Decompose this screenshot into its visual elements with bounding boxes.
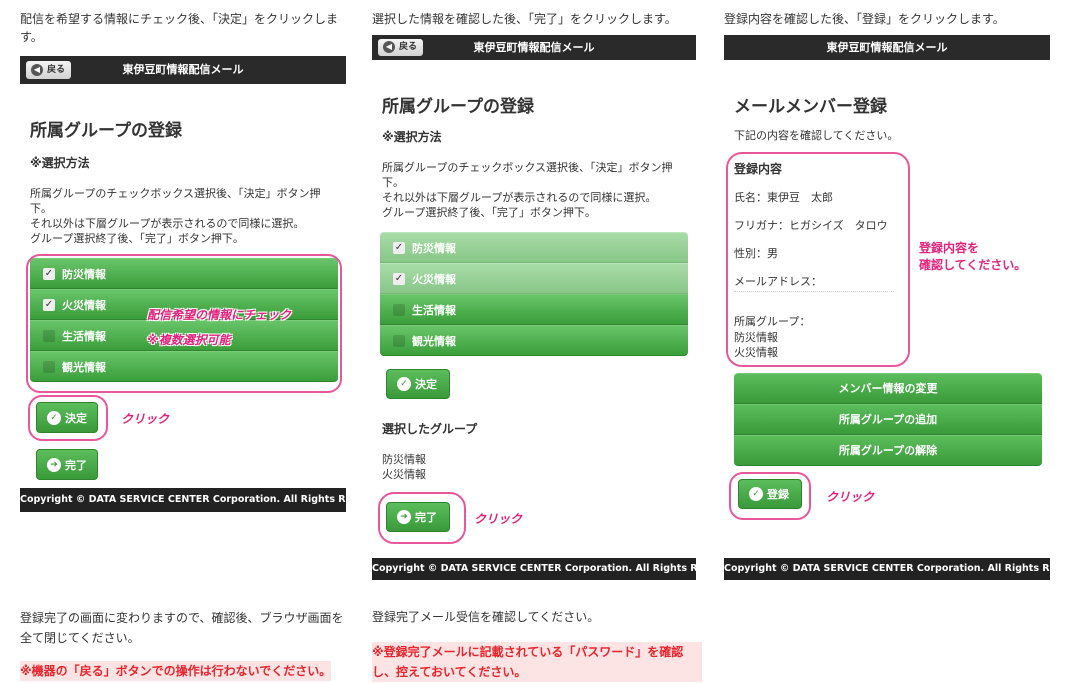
selected-groups-title: 選択したグループ [382, 422, 478, 436]
checkbox-row-kasai[interactable]: ✓ 火災情報 [380, 263, 688, 294]
field-email: メールアドレス： [734, 275, 822, 288]
selected-groups-list: 防災情報 火災情報 [382, 453, 426, 481]
checkbox-label: 火災情報 [62, 299, 106, 312]
decide-label: 決定 [65, 411, 87, 425]
page-footer: Copyright © DATA SERVICE CENTER Corporat… [724, 558, 1050, 580]
checkbox-label: 観光情報 [412, 335, 456, 348]
checkbox-unchecked-icon[interactable] [43, 330, 55, 342]
register-button[interactable]: ✓ 登録 [738, 479, 802, 509]
annotation-confirm-details: 登録内容を 確認してください。 [919, 241, 1027, 272]
check-icon: ✓ [749, 487, 763, 501]
app-header: ◀ 戻る 東伊豆町情報配信メール [372, 35, 696, 60]
checkbox-row-bousai[interactable]: ✓ 防災情報 [30, 258, 338, 289]
instruction-panel3: 登録内容を確認した後、「登録」をクリックします。 [724, 12, 1005, 26]
decide-button[interactable]: ✓ 決定 [386, 369, 450, 399]
annotation-click: クリック [826, 490, 875, 504]
checkbox-row-seikatsu[interactable]: 生活情報 [380, 294, 688, 325]
registration-section-title: 登録内容 [734, 162, 783, 176]
check-icon: ✓ [47, 410, 61, 425]
checkbox-checked-icon[interactable]: ✓ [393, 273, 405, 285]
arrow-right-icon: ➔ [47, 457, 61, 472]
member-actions: メンバー情報の変更 所属グループの追加 所属グループの解除 [734, 373, 1042, 466]
page-title: 所属グループの登録 [382, 97, 534, 117]
method-description: 所属グループのチェックボックス選択後、「決定」ボタン押下。 それ以外は下層グルー… [382, 161, 673, 219]
checkbox-label: 防災情報 [62, 268, 106, 281]
page-title: メールメンバー登録 [734, 97, 887, 117]
change-member-info-button[interactable]: メンバー情報の変更 [734, 373, 1042, 404]
phone-screen-group-selection: ◀ 戻る 東伊豆町情報配信メール 所属グループの登録 ※選択方法 所属グループの… [20, 56, 346, 513]
checkbox-checked-icon[interactable]: ✓ [43, 299, 55, 311]
app-header: ◀ 戻る 東伊豆町情報配信メール [20, 56, 346, 84]
checkbox-checked-icon[interactable]: ✓ [393, 242, 405, 254]
page-title: 所属グループの登録 [30, 121, 182, 141]
back-button-warning: ※機器の「戻る」ボタンでの操作は行わないでください。 [20, 661, 332, 681]
checkbox-unchecked-icon[interactable] [393, 335, 405, 347]
checkbox-row-kankou[interactable]: 観光情報 [30, 351, 338, 382]
checkbox-label: 火災情報 [412, 273, 456, 286]
field-group-label: 所属グループ： [734, 315, 811, 328]
confirm-text: 下記の内容を確認してください。 [734, 129, 899, 142]
phone-screen-confirm-selection: ◀ 戻る 東伊豆町情報配信メール 所属グループの登録 ※選択方法 所属グループの… [372, 35, 696, 580]
method-title: ※選択方法 [30, 156, 90, 170]
annotation-click: クリック [474, 512, 523, 526]
field-kana: フリガナ：ヒガシイズ タロウ [734, 219, 888, 232]
email-underline [734, 291, 894, 292]
checkbox-label: 生活情報 [412, 304, 456, 317]
decide-label: 決定 [415, 378, 437, 391]
annotation-click: クリック [121, 412, 170, 426]
arrow-right-icon: ➔ [397, 510, 411, 524]
app-title: 東伊豆町情報配信メール [122, 63, 244, 76]
checkbox-label: 生活情報 [62, 330, 106, 343]
checkbox-unchecked-icon[interactable] [393, 304, 405, 316]
add-group-button[interactable]: 所属グループの追加 [734, 404, 1042, 435]
instruction-panel1: 配信を希望する情報にチェック後、「決定」をクリックします。 [20, 12, 339, 44]
field-group-list: 防災情報 火災情報 [734, 331, 778, 359]
done-label: 完了 [65, 458, 87, 472]
method-title: ※選択方法 [382, 130, 442, 144]
phone-screen-member-registration: 東伊豆町情報配信メール メールメンバー登録 下記の内容を確認してください。 登録… [724, 35, 1050, 580]
remove-group-button[interactable]: 所属グループの解除 [734, 435, 1042, 466]
app-title: 東伊豆町情報配信メール [473, 41, 595, 54]
checkbox-unchecked-icon[interactable] [43, 361, 55, 373]
checkbox-row-kankou[interactable]: 観光情報 [380, 325, 688, 356]
page-footer: Copyright © DATA SERVICE CENTER Corporat… [20, 488, 346, 512]
group-checkbox-list: ✓ 防災情報 ✓ 火災情報 生活情報 観光情報 [380, 232, 688, 356]
password-warning: ※登録完了メールに記載されている「パスワード」を確認し、控えておいてください。 [372, 642, 702, 682]
instruction-panel2: 選択した情報を確認した後、「完了」をクリックします。 [372, 12, 677, 26]
check-icon: ✓ [397, 377, 411, 391]
checkbox-label: 観光情報 [62, 361, 106, 374]
checkbox-label: 防災情報 [412, 242, 456, 255]
app-header: 東伊豆町情報配信メール [724, 35, 1050, 60]
email-confirm-instruction: 登録完了メール受信を確認してください。 [372, 610, 600, 624]
done-button[interactable]: ➔ 完了 [386, 502, 450, 532]
completion-instruction: 登録完了の画面に変わりますので、確認後、ブラウザ画面を全て閉じてください。 [20, 611, 344, 645]
register-label: 登録 [767, 488, 789, 501]
checkbox-row-bousai[interactable]: ✓ 防災情報 [380, 232, 688, 263]
annotation-check-instruction: 配信希望の情報にチェック [147, 308, 292, 322]
done-label: 完了 [415, 511, 437, 524]
method-description: 所属グループのチェックボックス選択後、「決定」ボタン押下。 それ以外は下層グルー… [30, 187, 321, 245]
field-gender: 性別：男 [734, 247, 778, 260]
annotation-multiple-selection: ※複数選択可能 [147, 333, 231, 347]
done-button[interactable]: ➔ 完了 [36, 449, 98, 480]
decide-button[interactable]: ✓ 決定 [36, 402, 98, 433]
checkbox-checked-icon[interactable]: ✓ [43, 268, 55, 280]
page-footer: Copyright © DATA SERVICE CENTER Corporat… [372, 558, 696, 580]
field-name: 氏名：東伊豆 太郎 [734, 191, 833, 204]
app-title: 東伊豆町情報配信メール [826, 41, 948, 54]
